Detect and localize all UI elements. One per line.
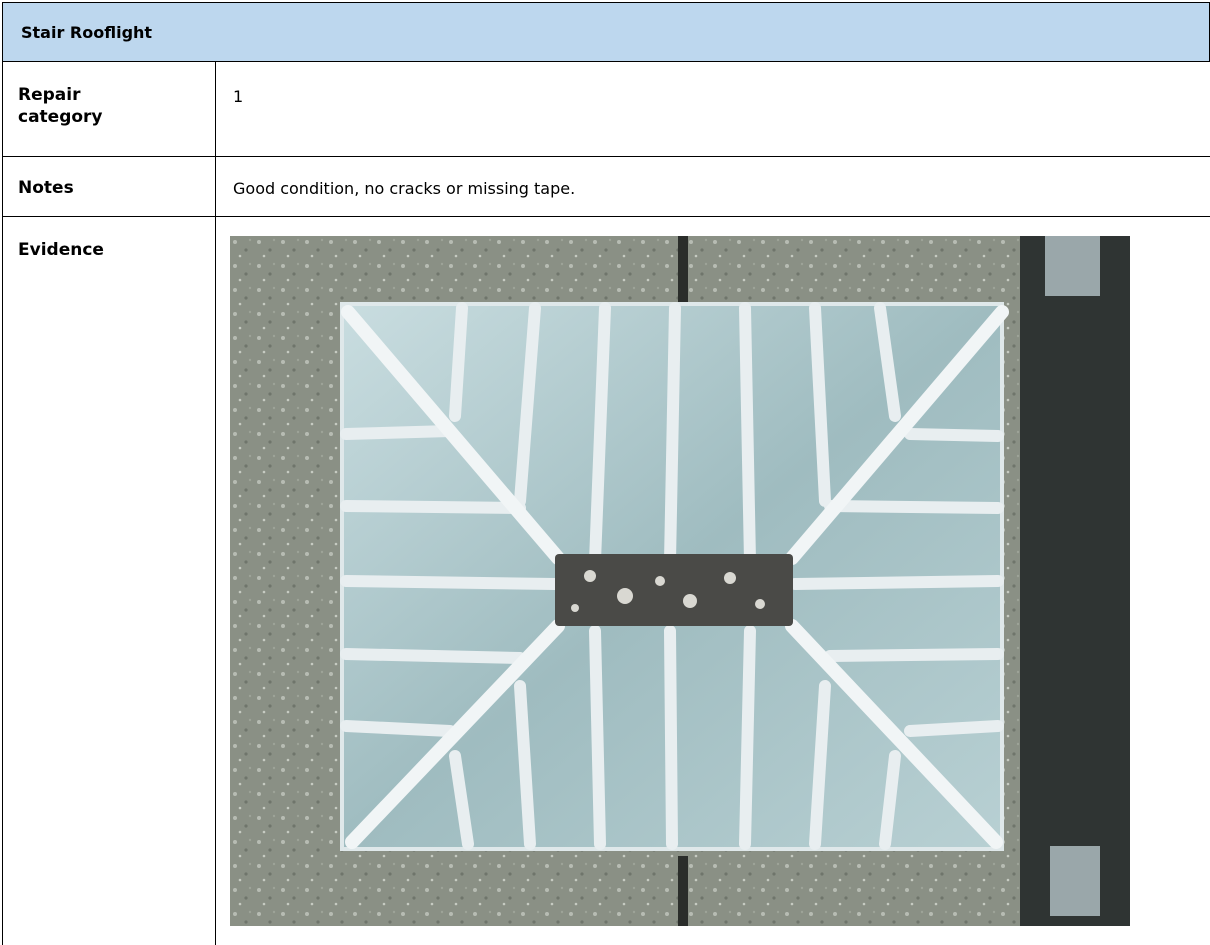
row-divider [2,156,1210,157]
notes-value: Good condition, no cracks or missing tap… [233,179,576,198]
row-divider [2,216,1210,217]
evidence-label: Evidence [18,240,104,260]
table-header: Stair Rooflight [2,2,1210,62]
survey-table: Stair Rooflight Repair category 1 Notes … [0,0,1210,945]
section-title: Stair Rooflight [21,23,153,42]
column-divider [215,62,216,945]
repair-category-value: 1 [233,87,244,106]
rooflight-photo [230,236,1130,926]
notes-label: Notes [18,178,74,198]
table-left-border [2,62,3,945]
rooflight-photo-drawing [230,236,1130,926]
repair-category-label: Repair category [18,85,103,127]
